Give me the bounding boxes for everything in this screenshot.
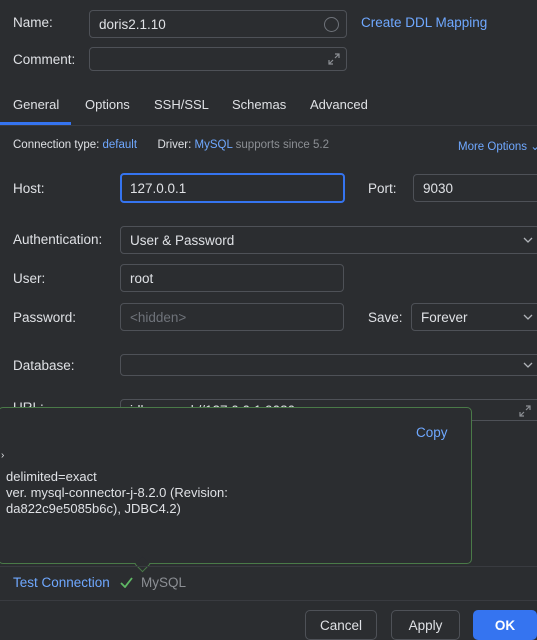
database-select[interactable] xyxy=(120,354,537,376)
password-placeholder: <hidden> xyxy=(130,309,187,325)
test-connection-popup: Copy › delimited=exact ver. mysql-connec… xyxy=(0,407,472,573)
tab-general[interactable]: General xyxy=(13,97,59,112)
ok-button[interactable]: OK xyxy=(473,610,537,640)
driver-label: Driver: xyxy=(157,139,192,151)
apply-button[interactable]: Apply xyxy=(391,610,460,640)
popup-line: da822c9e5085b6c), JDBC4.2) xyxy=(6,501,181,516)
port-input[interactable]: 9030 xyxy=(413,174,537,202)
port-value: 9030 xyxy=(423,180,454,196)
more-options-link[interactable]: More Options ⌄ xyxy=(458,139,537,153)
comment-label: Comment: xyxy=(13,52,76,67)
user-value: root xyxy=(130,270,154,286)
tabs-divider xyxy=(0,125,537,126)
expand-icon[interactable] xyxy=(518,404,532,418)
host-value: 127.0.0.1 xyxy=(130,180,187,196)
authentication-value: User & Password xyxy=(130,232,235,248)
driver-note: supports since 5.2 xyxy=(235,139,329,151)
driver-link[interactable]: MySQL xyxy=(195,139,233,151)
save-label: Save: xyxy=(368,310,403,325)
chevron-down-icon xyxy=(523,237,533,243)
chevron-down-icon xyxy=(523,314,533,320)
name-input[interactable]: doris2.1.10 xyxy=(89,10,347,38)
authentication-select[interactable]: User & Password xyxy=(120,226,537,254)
name-value: doris2.1.10 xyxy=(99,16,166,32)
save-value: Forever xyxy=(421,309,468,325)
popup-marker-icon: › xyxy=(1,450,5,461)
tab-advanced[interactable]: Advanced xyxy=(310,97,368,112)
connection-type-label: Connection type: xyxy=(13,139,100,151)
password-input[interactable]: <hidden> xyxy=(120,303,344,331)
save-select[interactable]: Forever xyxy=(411,303,537,331)
popup-line: delimited=exact xyxy=(6,469,97,484)
popup-line: ver. mysql-connector-j-8.2.0 (Revision: xyxy=(6,485,228,500)
buttons-divider xyxy=(0,600,537,601)
expand-icon[interactable] xyxy=(327,52,341,66)
footer-divider xyxy=(0,566,537,567)
tab-ssh-ssl[interactable]: SSH/SSL xyxy=(154,97,209,112)
chevron-down-icon: ⌄ xyxy=(530,141,537,153)
database-label: Database: xyxy=(13,358,75,373)
status-circle-icon xyxy=(324,17,339,32)
cancel-button[interactable]: Cancel xyxy=(305,610,377,640)
user-input[interactable]: root xyxy=(120,264,344,292)
user-label: User: xyxy=(13,271,46,286)
create-ddl-mapping-link[interactable]: Create DDL Mapping xyxy=(361,15,487,30)
authentication-label: Authentication: xyxy=(13,232,103,247)
popup-message: delimited=exact ver. mysql-connector-j-8… xyxy=(6,469,228,517)
copy-button[interactable]: Copy xyxy=(416,425,448,440)
chevron-down-icon xyxy=(523,362,533,368)
name-label: Name: xyxy=(13,15,53,30)
tab-schemas[interactable]: Schemas xyxy=(232,97,286,112)
port-label: Port: xyxy=(368,181,397,196)
popup-pointer xyxy=(134,556,151,573)
connection-info: Connection type: default Driver: MySQL s… xyxy=(13,139,329,151)
tab-options[interactable]: Options xyxy=(85,97,130,112)
host-label: Host: xyxy=(13,181,45,196)
test-connection-link[interactable]: Test Connection xyxy=(13,575,110,590)
password-label: Password: xyxy=(13,310,77,325)
comment-input[interactable] xyxy=(89,47,347,71)
test-connection-status: MySQL xyxy=(141,575,187,590)
host-input[interactable]: 127.0.0.1 xyxy=(120,173,345,203)
more-options-label: More Options xyxy=(458,141,528,153)
connection-type-link[interactable]: default xyxy=(103,139,138,151)
check-icon xyxy=(120,577,133,588)
